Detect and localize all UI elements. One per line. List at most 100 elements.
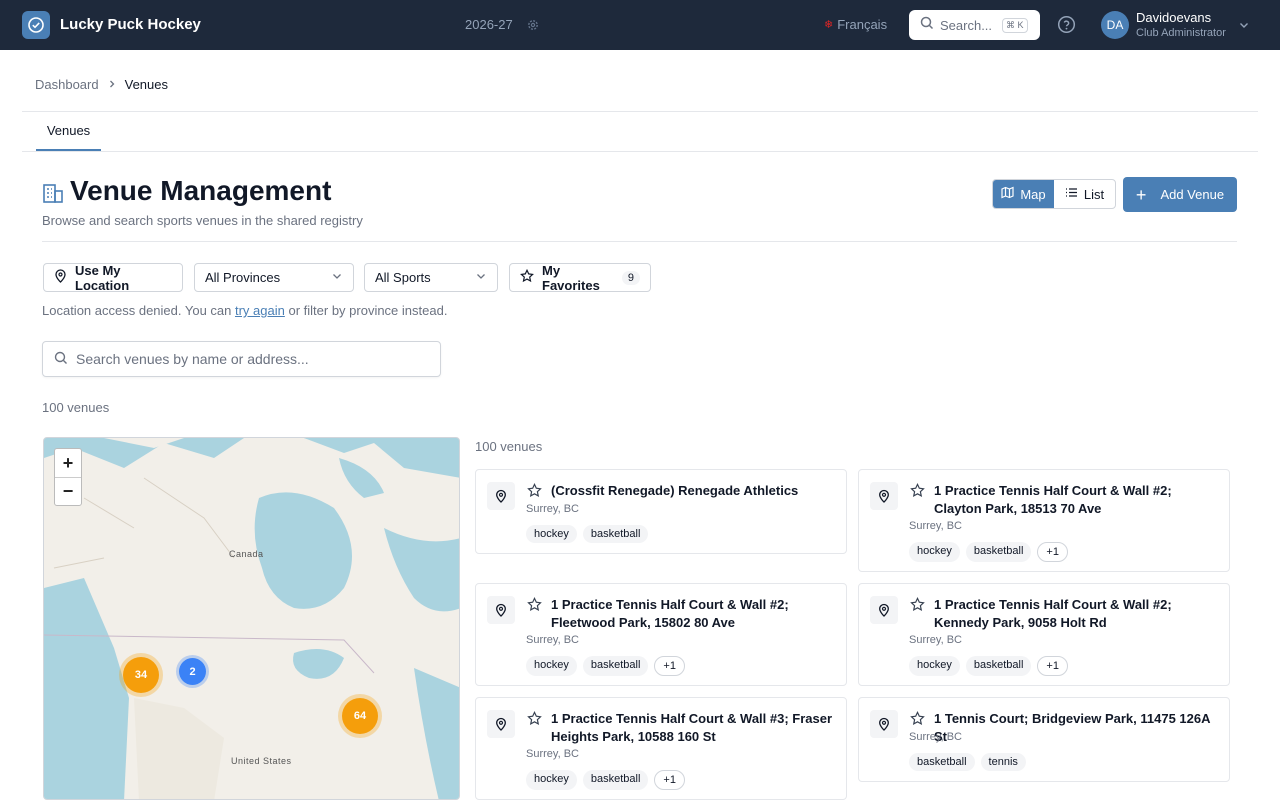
venue-card[interactable]: 1 Tennis Court; Bridgeview Park, 11475 1… [858, 697, 1230, 782]
global-search-button[interactable]: Search... ⌘ K [909, 10, 1040, 40]
avatar[interactable]: DA [1101, 11, 1129, 39]
maple-leaf-icon: ❄ [824, 19, 834, 31]
divider [22, 111, 1258, 112]
venue-name[interactable]: 1 Practice Tennis Half Court & Wall #3; … [551, 710, 836, 746]
star-icon[interactable] [910, 483, 925, 503]
venue-name[interactable]: (Crossfit Renegade) Renegade Athletics [551, 482, 836, 500]
plus-icon: + [1135, 184, 1147, 205]
star-icon[interactable] [910, 711, 925, 731]
sport-select-value: All Sports [375, 270, 431, 285]
map-icon [1001, 186, 1014, 202]
venue-name[interactable]: 1 Practice Tennis Half Court & Wall #2; … [934, 596, 1219, 632]
more-tags-badge[interactable]: +1 [1037, 542, 1068, 562]
venue-tags: hockey basketball +1 [909, 542, 1068, 562]
my-favorites-label: My Favorites [542, 262, 600, 293]
venue-card[interactable]: 1 Practice Tennis Half Court & Wall #2; … [858, 583, 1230, 686]
map-pin-icon [54, 269, 67, 286]
location-denied-message: Location access denied. You can try agai… [42, 303, 447, 318]
sport-tag: hockey [526, 656, 577, 676]
more-tags-badge[interactable]: +1 [1037, 656, 1068, 676]
venue-card[interactable]: 1 Practice Tennis Half Court & Wall #3; … [475, 697, 847, 800]
map-label-united-states: United States [231, 756, 292, 766]
divider [22, 151, 1258, 152]
breadcrumb-dashboard[interactable]: Dashboard [35, 77, 99, 92]
star-icon[interactable] [527, 483, 542, 503]
map-view-button[interactable]: Map [993, 180, 1054, 208]
venue-search-placeholder: Search venues by name or address... [76, 351, 309, 367]
map-zoom-control: + − [54, 448, 82, 506]
sport-tag: basketball [909, 753, 975, 771]
more-tags-badge[interactable]: +1 [654, 770, 685, 790]
province-select-value: All Provinces [205, 270, 281, 285]
sport-tag: hockey [909, 542, 960, 562]
divider [42, 241, 1237, 242]
venue-list-count: 100 venues [475, 439, 543, 454]
map-pin-icon [487, 596, 515, 624]
help-icon[interactable] [1057, 15, 1076, 39]
venue-map[interactable]: + − Canada United States 34 2 64 [43, 437, 460, 800]
list-view-button[interactable]: List [1054, 180, 1115, 208]
venue-name[interactable]: 1 Practice Tennis Half Court & Wall #2; … [934, 482, 1219, 518]
map-pin-icon [487, 482, 515, 510]
sport-tag: hockey [909, 656, 960, 676]
venue-tags: hockey basketball +1 [526, 656, 685, 676]
sport-tag: basketball [582, 770, 649, 790]
breadcrumb-current: Venues [124, 77, 168, 92]
sport-tag: tennis [980, 753, 1026, 771]
venue-search-input[interactable]: Search venues by name or address... [42, 341, 441, 377]
user-role: Club Administrator [1136, 27, 1226, 39]
map-cluster-marker[interactable]: 64 [342, 698, 378, 734]
language-label: Français [837, 17, 888, 32]
venue-card[interactable]: 1 Practice Tennis Half Court & Wall #2; … [475, 583, 847, 686]
map-view-label: Map [1020, 186, 1046, 202]
star-icon [520, 268, 534, 286]
venue-location: Surrey, BC [909, 634, 962, 646]
more-tags-badge[interactable]: +1 [654, 656, 685, 676]
map-cluster-marker[interactable]: 34 [123, 657, 159, 693]
venue-tags: hockey basketball +1 [526, 770, 685, 790]
map-label-canada: Canada [229, 549, 264, 559]
venue-count: 100 venues [42, 400, 110, 415]
map-cluster-marker[interactable]: 2 [179, 658, 206, 685]
season-settings-icon[interactable] [527, 18, 539, 36]
venue-name[interactable]: 1 Practice Tennis Half Court & Wall #2; … [551, 596, 836, 632]
page-title: Venue Management [70, 175, 332, 206]
location-msg-before: Location access denied. You can [42, 303, 235, 318]
app-name[interactable]: Lucky Puck Hockey [60, 16, 201, 33]
user-name[interactable]: Davidoevans [1136, 10, 1211, 25]
view-toggle: Map List [992, 179, 1116, 209]
venue-location: Surrey, BC [909, 520, 962, 532]
star-icon[interactable] [527, 711, 542, 731]
venue-location: Surrey, BC [526, 503, 579, 515]
tab-venues[interactable]: Venues [36, 112, 101, 151]
province-select[interactable]: All Provinces [194, 263, 354, 292]
use-my-location-button[interactable]: Use My Location [43, 263, 183, 293]
sport-tag: hockey [526, 525, 577, 543]
favorites-count-badge: 9 [621, 270, 640, 285]
venue-location: Surrey, BC [909, 731, 962, 743]
venue-location: Surrey, BC [526, 634, 579, 646]
venue-name[interactable]: 1 Tennis Court; Bridgeview Park, 11475 1… [934, 710, 1219, 746]
venue-tags: hockey basketball [526, 525, 649, 543]
add-venue-label: Add Venue [1160, 187, 1225, 202]
search-icon [920, 16, 934, 35]
venue-card[interactable]: 1 Practice Tennis Half Court & Wall #2; … [858, 469, 1230, 572]
zoom-in-button[interactable]: + [55, 449, 81, 477]
list-view-label: List [1083, 186, 1105, 202]
zoom-out-button[interactable]: − [55, 477, 81, 505]
try-again-link[interactable]: try again [235, 303, 285, 318]
star-icon[interactable] [910, 597, 925, 617]
sport-select[interactable]: All Sports [364, 263, 498, 292]
sport-tag: basketball [582, 656, 649, 676]
venue-tags: hockey basketball +1 [909, 656, 1068, 676]
sport-tag: basketball [965, 656, 1032, 676]
chevron-down-icon[interactable] [1238, 18, 1250, 36]
add-venue-button[interactable]: + Add Venue [1123, 177, 1237, 212]
star-icon[interactable] [527, 597, 542, 617]
venue-location: Surrey, BC [526, 748, 579, 760]
venue-card[interactable]: (Crossfit Renegade) Renegade Athletics Su… [475, 469, 847, 554]
my-favorites-button[interactable]: My Favorites 9 [509, 262, 651, 293]
search-icon [54, 351, 68, 368]
app-logo-icon[interactable] [22, 11, 50, 39]
language-switch[interactable]: ❄ Français [824, 17, 887, 32]
